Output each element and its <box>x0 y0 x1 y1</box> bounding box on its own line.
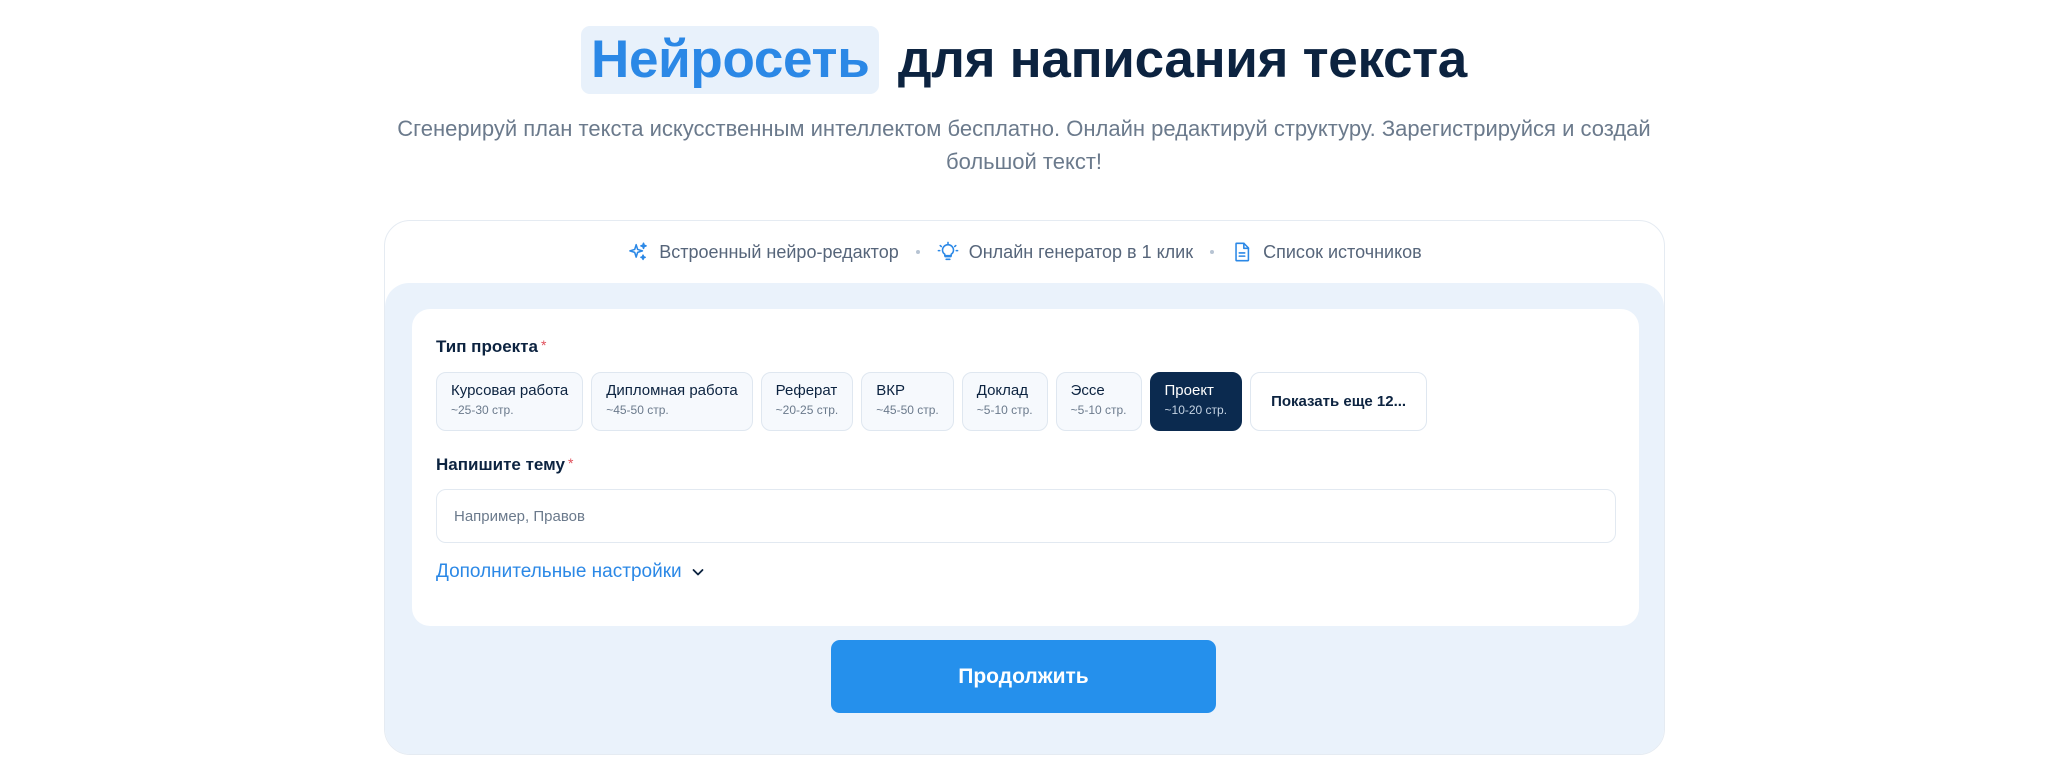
required-mark: * <box>540 337 547 353</box>
show-more-button[interactable]: Показать еще 12... <box>1250 372 1428 431</box>
project-form: Тип проекта * Курсовая работа ~25-30 стр.… <box>412 309 1639 626</box>
page-title-rest: для написания текста <box>897 30 1467 89</box>
chevron-down-icon <box>692 569 704 576</box>
project-type-chip-essay[interactable]: Эссе ~5-10 стр. <box>1055 372 1142 431</box>
advanced-settings-label: Дополнительные настройки <box>436 561 682 582</box>
topic-input[interactable] <box>436 489 1616 543</box>
chip-pages: ~45-50 стр. <box>606 403 669 417</box>
chip-name: Курсовая работа <box>451 382 569 399</box>
form-panel: Тип проекта * Курсовая работа ~25-30 стр.… <box>385 283 1664 754</box>
chip-name: Дипломная работа <box>606 382 738 399</box>
page-subtitle: Сгенерируй план текста искусственным инт… <box>397 116 1651 174</box>
chip-name: ВКР <box>876 382 905 399</box>
page-title: Нейросеть для написания текста <box>0 26 2048 94</box>
feature-neuro-editor: Встроенный нейро-редактор <box>627 241 899 263</box>
chip-name: Реферат <box>775 382 838 399</box>
project-type-chip-diploma[interactable]: Дипломная работа ~45-50 стр. <box>591 372 753 431</box>
document-icon <box>1235 242 1250 262</box>
continue-button[interactable]: Продолжить <box>831 640 1216 713</box>
chip-pages: ~10-20 стр. <box>1164 403 1228 417</box>
sparkles-icon <box>629 242 648 261</box>
feature-sources: Список источников <box>1231 241 1422 263</box>
chip-pages: ~25-30 стр. <box>451 403 514 417</box>
feature-one-click: Онлайн генератор в 1 клик <box>937 241 1193 263</box>
chip-pages: ~5-10 стр. <box>1070 403 1127 417</box>
chip-name: Доклад <box>976 382 1029 399</box>
chip-pages: ~45-50 стр. <box>876 403 939 417</box>
chip-name: Проект <box>1164 382 1214 399</box>
chip-pages: ~5-10 стр. <box>976 403 1033 417</box>
generator-card: Встроенный нейро-редактор Онлайн генерат… <box>384 220 1665 755</box>
topic-label: Напишите тему * <box>436 455 573 475</box>
project-type-chips: Курсовая работа ~25-30 стр. Дипломная ра… <box>436 372 1428 431</box>
project-type-chip-coursework[interactable]: Курсовая работа ~25-30 стр. <box>436 372 584 431</box>
project-type-chip-report[interactable]: Доклад ~5-10 стр. <box>961 372 1048 431</box>
feature-label: Онлайн генератор в 1 клик <box>968 241 1194 262</box>
project-type-chip-vkr[interactable]: ВКР ~45-50 стр. <box>861 372 954 431</box>
project-type-label-text: Тип проекта <box>436 337 538 356</box>
advanced-settings-toggle[interactable]: Дополнительные настройки <box>436 561 706 583</box>
lightbulb-icon <box>937 241 959 261</box>
required-mark: * <box>567 455 574 471</box>
chip-pages: ~20-25 стр. <box>775 403 839 417</box>
project-type-chip-project[interactable]: Проект ~10-20 стр. <box>1149 372 1243 431</box>
project-type-chip-essay-report[interactable]: Реферат ~20-25 стр. <box>760 372 854 431</box>
separator-dot <box>915 250 920 254</box>
features-bar: Встроенный нейро-редактор Онлайн генерат… <box>385 221 1664 283</box>
page-title-accent: Нейросеть <box>581 26 880 94</box>
project-type-label: Тип проекта * <box>436 337 546 357</box>
feature-label: Список источников <box>1263 241 1422 262</box>
feature-label: Встроенный нейро-редактор <box>659 241 899 262</box>
chip-name: Эссе <box>1070 382 1105 399</box>
separator-dot <box>1210 250 1215 254</box>
topic-label-text: Напишите тему <box>436 455 565 474</box>
